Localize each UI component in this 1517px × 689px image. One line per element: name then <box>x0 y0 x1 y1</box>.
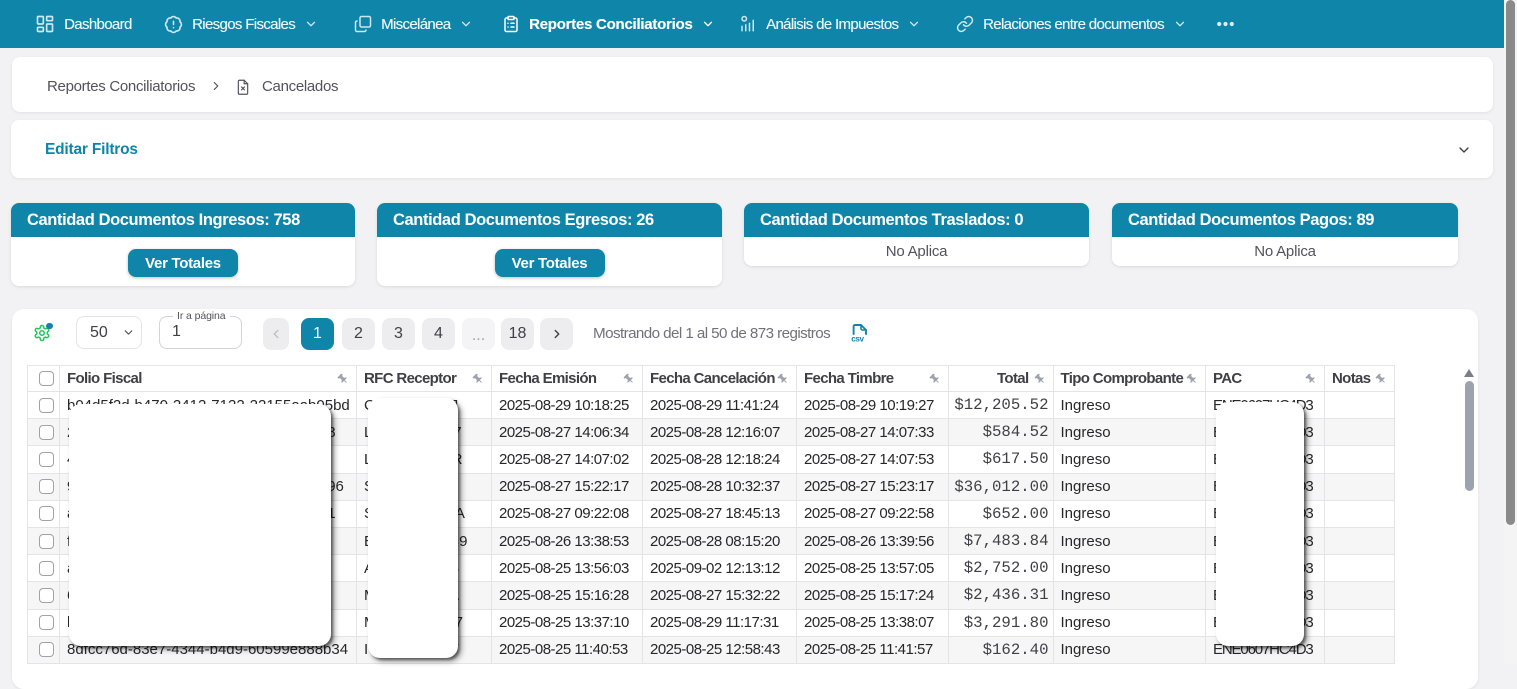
svg-text:csv: csv <box>851 335 864 344</box>
